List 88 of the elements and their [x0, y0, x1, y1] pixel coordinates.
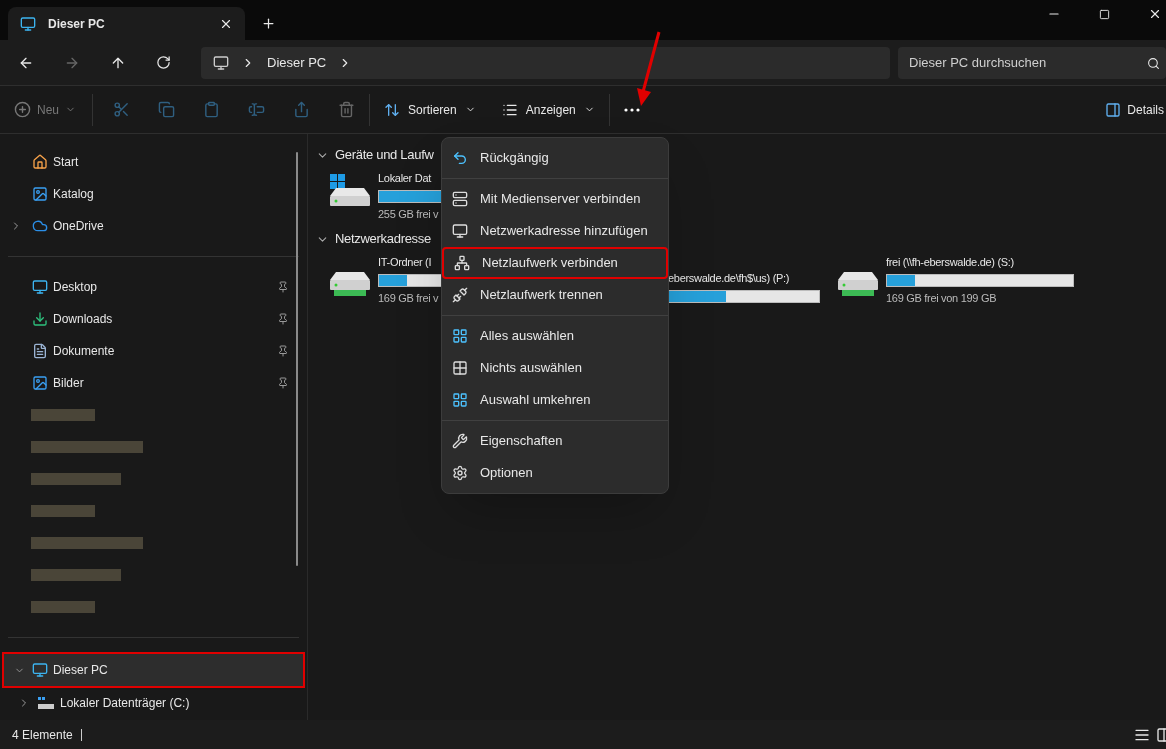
- drive-name: IT-Ordner (I: [378, 255, 432, 270]
- network-icon: [454, 255, 470, 271]
- sidebar-label: Dieser PC: [53, 662, 108, 679]
- view-button[interactable]: Anzeigen: [501, 100, 595, 119]
- menu-item[interactable]: Alles auswählen: [442, 320, 668, 352]
- sidebar-label: Bilder: [53, 375, 85, 392]
- grid-icon: [452, 360, 468, 376]
- menu-item[interactable]: Eigenschaften: [442, 425, 668, 457]
- menu-item[interactable]: Netzlaufwerk verbinden: [442, 247, 668, 279]
- sidebar-item[interactable]: Katalog: [0, 178, 307, 210]
- sidebar-item[interactable]: Dieser PC: [2, 652, 305, 688]
- breadcrumb[interactable]: Dieser PC: [267, 52, 327, 73]
- window-tab[interactable]: Dieser PC: [8, 7, 245, 40]
- item-count: 4 Elemente: [12, 726, 73, 744]
- server-icon: [452, 191, 468, 207]
- home-icon: [32, 154, 48, 170]
- close-icon[interactable]: [1148, 7, 1162, 21]
- section-title: Netzwerkadresse: [335, 230, 431, 249]
- blurred-entry: [31, 601, 95, 613]
- pin-icon[interactable]: [277, 313, 289, 325]
- document-icon: [32, 343, 48, 359]
- undo-icon: [452, 150, 468, 166]
- image-icon: [32, 186, 48, 202]
- address-bar[interactable]: Dieser PC: [201, 46, 890, 79]
- sort-arrows-icon: [384, 101, 400, 118]
- sidebar-label: Lokaler Datenträger (C:): [60, 695, 190, 712]
- pin-icon[interactable]: [277, 377, 289, 389]
- details-button[interactable]: Details: [1105, 100, 1166, 119]
- grid-icon: [452, 392, 468, 408]
- sidebar-item[interactable]: Start: [0, 146, 307, 178]
- sidebar-label: Start: [53, 154, 80, 171]
- monitor-icon: [32, 662, 48, 678]
- sidebar-item[interactable]: Lokaler Datenträger (C:): [0, 688, 307, 718]
- refresh-icon[interactable]: [156, 55, 171, 70]
- drive-free-space: 169 GB frei v: [378, 290, 439, 306]
- menu-item[interactable]: Mit Medienserver verbinden: [442, 183, 668, 215]
- menu-item[interactable]: Auswahl umkehren: [442, 384, 668, 416]
- sidebar-label: Desktop: [53, 279, 99, 296]
- pin-icon[interactable]: [277, 345, 289, 357]
- drive-name: eberswalde.de\fh$\us) (P:): [668, 271, 790, 286]
- sidebar-label: Katalog: [53, 186, 95, 203]
- unplug-icon: [452, 287, 468, 303]
- drive-free-space: 255 GB frei v: [378, 206, 439, 222]
- drive-icon: [330, 174, 370, 206]
- drive-name: Lokaler Dat: [378, 171, 431, 186]
- menu-item[interactable]: Netzlaufwerk trennen: [442, 279, 668, 311]
- plus-icon: [14, 101, 31, 118]
- sidebar-label: OneDrive: [53, 218, 105, 235]
- pin-icon[interactable]: [277, 281, 289, 293]
- drive-icon: [38, 697, 54, 709]
- new-tab-icon[interactable]: [261, 16, 276, 31]
- tab-title: Dieser PC: [48, 15, 106, 33]
- section-title: Geräte und Laufw: [335, 146, 434, 165]
- desktop-icon: [32, 279, 48, 295]
- wrench-icon: [452, 433, 468, 449]
- sidebar-item[interactable]: Bilder: [0, 367, 307, 399]
- sidebar-item[interactable]: OneDrive: [0, 210, 307, 242]
- drive-icon: [330, 272, 370, 296]
- menu-item[interactable]: Optionen: [442, 457, 668, 489]
- download-icon: [32, 311, 48, 327]
- sidebar-item[interactable]: Desktop: [0, 271, 307, 303]
- settings-icon: [452, 465, 468, 481]
- drive-free-space: 169 GB frei von 199 GB: [886, 290, 997, 306]
- grid-icon: [452, 328, 468, 344]
- menu-item[interactable]: Netzwerkadresse hinzufügen: [442, 215, 668, 247]
- search-icon[interactable]: [1147, 56, 1160, 70]
- sidebar-label: Dokumente: [53, 343, 116, 360]
- monitor-icon: [20, 15, 36, 32]
- scrollbar[interactable]: [296, 152, 298, 566]
- sidebar-label: Downloads: [53, 311, 114, 328]
- search-field[interactable]: Dieser PC durchsuchen: [898, 46, 1166, 79]
- cloud-icon: [32, 218, 48, 234]
- monitor-icon: [452, 223, 468, 239]
- blurred-entry: [31, 505, 95, 517]
- monitor-icon: [213, 54, 229, 71]
- image-icon: [32, 375, 48, 391]
- menu-item[interactable]: Nichts auswählen: [442, 352, 668, 384]
- drive-tile[interactable]: frei (\\fh-eberswalde.de) (S:) 169 GB frei von 199 GB: [838, 254, 1092, 306]
- maximize-icon[interactable]: [1099, 8, 1110, 20]
- sidebar-item[interactable]: Dokumente: [0, 335, 307, 367]
- drive-name: frei (\\fh-eberswalde.de) (S:): [886, 255, 1014, 270]
- menu-item[interactable]: Rückgängig: [442, 142, 668, 174]
- sort-button[interactable]: Sortieren: [384, 100, 476, 119]
- more-icon[interactable]: [623, 107, 640, 112]
- sidebar-item[interactable]: Downloads: [0, 303, 307, 335]
- panel-icon: [1105, 101, 1122, 118]
- drive-icon: [838, 272, 878, 296]
- blurred-entry: [31, 409, 95, 421]
